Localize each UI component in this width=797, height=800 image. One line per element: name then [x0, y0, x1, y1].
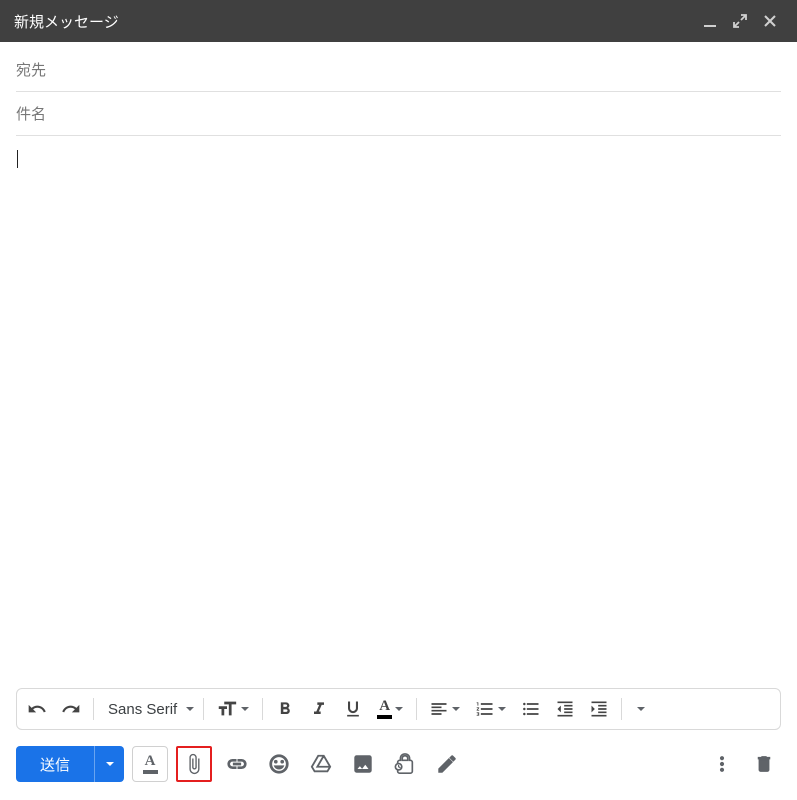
- toggle-format-toolbar-button[interactable]: A: [132, 746, 168, 782]
- bold-button[interactable]: [269, 692, 301, 726]
- minimize-icon: [703, 14, 717, 28]
- chevron-down-icon: [394, 704, 404, 714]
- compose-bottom-bar: 送信 A: [0, 730, 797, 800]
- send-options-button[interactable]: [94, 746, 124, 782]
- to-field[interactable]: 宛先: [16, 48, 781, 92]
- link-icon: [226, 753, 248, 775]
- text-cursor: [17, 150, 18, 168]
- send-button[interactable]: 送信: [16, 746, 94, 782]
- compose-title: 新規メッセージ: [14, 11, 119, 32]
- confidential-mode-button[interactable]: [388, 747, 422, 781]
- bold-icon: [275, 699, 295, 719]
- chevron-down-icon: [185, 704, 195, 714]
- chevron-down-icon: [105, 759, 115, 769]
- close-button[interactable]: [757, 8, 783, 34]
- more-formatting-button[interactable]: [628, 692, 652, 726]
- expand-button[interactable]: [727, 8, 753, 34]
- more-options-button[interactable]: [705, 747, 739, 781]
- compose-title-bar: 新規メッセージ: [0, 0, 797, 42]
- discard-draft-button[interactable]: [747, 747, 781, 781]
- to-placeholder: 宛先: [16, 59, 46, 80]
- insert-link-button[interactable]: [220, 747, 254, 781]
- insert-photo-button[interactable]: [346, 747, 380, 781]
- italic-button[interactable]: [303, 692, 335, 726]
- pen-icon: [436, 753, 458, 775]
- chevron-down-icon: [240, 704, 250, 714]
- font-family-select[interactable]: Sans Serif: [100, 701, 197, 718]
- compose-body[interactable]: [0, 136, 797, 688]
- font-family-label: Sans Serif: [108, 701, 177, 718]
- underline-button[interactable]: [337, 692, 369, 726]
- attach-file-button[interactable]: [176, 746, 212, 782]
- drive-icon: [310, 753, 332, 775]
- insert-drive-button[interactable]: [304, 747, 338, 781]
- indent-more-button[interactable]: [583, 692, 615, 726]
- more-vertical-icon: [712, 754, 732, 774]
- separator: [203, 698, 204, 720]
- bulleted-list-button[interactable]: [515, 692, 547, 726]
- font-size-button[interactable]: [210, 692, 256, 726]
- send-button-group: 送信: [16, 746, 124, 782]
- subject-field[interactable]: 件名: [16, 92, 781, 136]
- insert-signature-button[interactable]: [430, 747, 464, 781]
- trash-icon: [754, 754, 774, 774]
- text-size-icon: [216, 698, 238, 720]
- align-button[interactable]: [423, 692, 467, 726]
- separator: [262, 698, 263, 720]
- text-format-icon: A: [145, 754, 156, 769]
- confidential-icon: [394, 753, 416, 775]
- indent-less-icon: [555, 699, 575, 719]
- insert-emoji-button[interactable]: [262, 747, 296, 781]
- compose-header-fields: 宛先 件名: [0, 42, 797, 136]
- subject-placeholder: 件名: [16, 103, 46, 124]
- undo-button[interactable]: [21, 692, 53, 726]
- text-color-button[interactable]: A: [371, 692, 410, 726]
- align-left-icon: [429, 699, 449, 719]
- indent-less-button[interactable]: [549, 692, 581, 726]
- format-toolbar: Sans Serif A: [16, 688, 781, 730]
- expand-icon: [733, 14, 747, 28]
- indent-more-icon: [589, 699, 609, 719]
- separator: [93, 698, 94, 720]
- emoji-icon: [268, 753, 290, 775]
- text-color-icon: A: [379, 699, 390, 714]
- paperclip-icon: [183, 753, 205, 775]
- separator: [416, 698, 417, 720]
- chevron-down-icon: [636, 704, 646, 714]
- underline-icon: [343, 699, 363, 719]
- redo-icon: [61, 699, 81, 719]
- redo-button[interactable]: [55, 692, 87, 726]
- chevron-down-icon: [497, 704, 507, 714]
- minimize-button[interactable]: [697, 8, 723, 34]
- separator: [621, 698, 622, 720]
- bulleted-list-icon: [521, 699, 541, 719]
- photo-icon: [352, 753, 374, 775]
- close-icon: [763, 14, 777, 28]
- italic-icon: [309, 699, 329, 719]
- chevron-down-icon: [451, 704, 461, 714]
- undo-icon: [27, 699, 47, 719]
- numbered-list-button[interactable]: [469, 692, 513, 726]
- numbered-list-icon: [475, 699, 495, 719]
